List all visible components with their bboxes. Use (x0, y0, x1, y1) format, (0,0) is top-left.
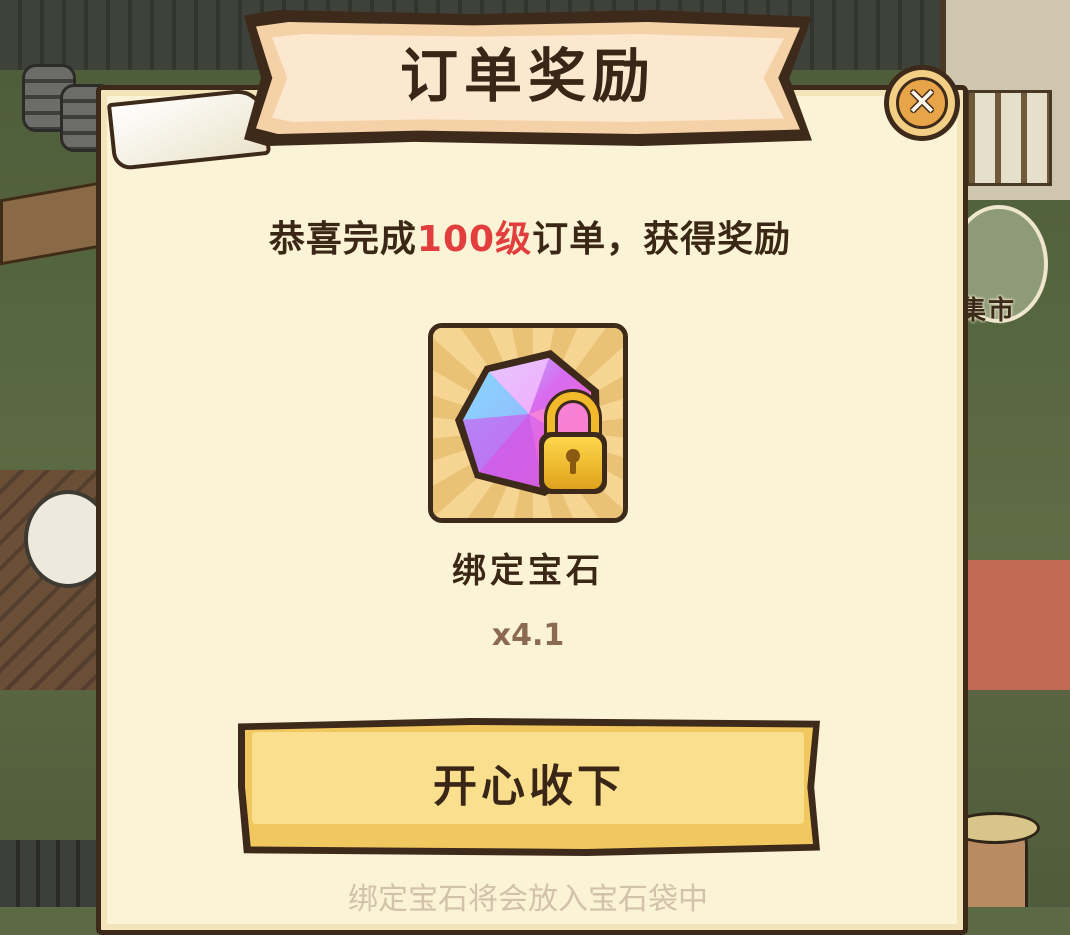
rooftop (0, 840, 110, 907)
market-label: 集市 (960, 296, 1017, 326)
reward-message: 恭喜完成100级订单，获得奖励 (120, 210, 940, 270)
message-level-highlight: 100级 (416, 219, 533, 260)
locked-gem-icon (455, 350, 607, 496)
message-prefix: 恭喜完成 (268, 219, 417, 260)
reward-item-name: 绑定宝石 (452, 551, 604, 591)
rug (955, 560, 1070, 690)
confirm-button-label: 开心收下 (433, 761, 625, 812)
message-suffix: 订单，获得奖励 (532, 219, 792, 260)
reward-item-card[interactable] (428, 323, 628, 523)
dialog-title: 订单奖励 (399, 42, 656, 110)
footnote-text: 绑定宝石将会放入宝石袋中 (348, 882, 708, 917)
close-icon: ✕ (906, 80, 938, 124)
reward-item-quantity: x4.1 (491, 618, 565, 653)
close-button[interactable]: ✕ (884, 65, 960, 141)
confirm-collect-button[interactable]: 开心收下 (238, 718, 820, 856)
